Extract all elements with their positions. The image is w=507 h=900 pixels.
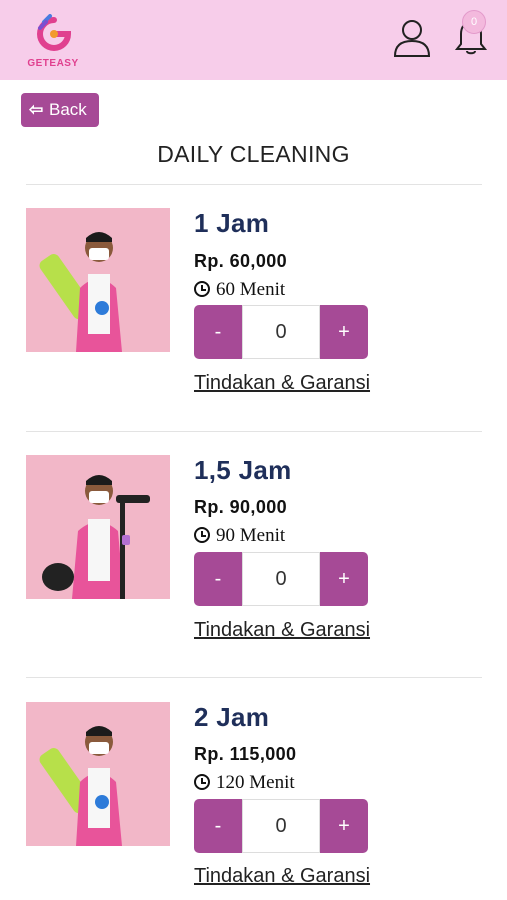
quantity-input[interactable]: 0 xyxy=(242,799,320,853)
geteasy-logo[interactable]: GETEASY xyxy=(18,14,88,72)
back-button[interactable]: ⇦ Back xyxy=(21,93,99,127)
package-duration: 2 Jam xyxy=(194,702,270,732)
page-title: DAILY CLEANING xyxy=(157,141,350,167)
back-arrow-icon: ⇦ xyxy=(29,100,44,119)
divider xyxy=(26,431,482,432)
package-minutes: 60 Menit xyxy=(194,279,285,301)
logo-text: GETEASY xyxy=(27,58,79,69)
package-photo-cleaner-duster xyxy=(26,208,170,352)
package-price: Rp. 60,000 xyxy=(194,251,288,271)
notification-button[interactable]: 0 xyxy=(452,10,492,56)
minutes-label: 60 Menit xyxy=(216,279,286,300)
increment-button[interactable]: + xyxy=(320,305,368,359)
quantity-stepper: - 0 + xyxy=(194,799,372,853)
user-icon[interactable] xyxy=(393,18,431,58)
package-duration: 1,5 Jam xyxy=(194,455,292,485)
decrement-button[interactable]: - xyxy=(194,305,242,359)
package-minutes: 120 Menit xyxy=(194,772,295,794)
terms-link[interactable]: Tindakan & Garansi xyxy=(194,865,370,888)
package-price: Rp. 90,000 xyxy=(194,497,288,517)
terms-link[interactable]: Tindakan & Garansi xyxy=(194,372,370,395)
package-minutes: 90 Menit xyxy=(194,525,285,547)
decrement-button[interactable]: - xyxy=(194,799,242,853)
geteasy-logo-icon xyxy=(37,14,72,51)
clock-icon xyxy=(194,774,210,790)
quantity-input[interactable]: 0 xyxy=(242,552,320,606)
package-photo-cleaner-duster xyxy=(26,702,170,846)
quantity-stepper: - 0 + xyxy=(194,305,372,359)
quantity-input[interactable]: 0 xyxy=(242,305,320,359)
package-price: Rp. 115,000 xyxy=(194,744,297,764)
increment-button[interactable]: + xyxy=(320,552,368,606)
package-duration: 1 Jam xyxy=(194,208,270,238)
app-header: GETEASY 0 xyxy=(0,0,507,80)
back-label: Back xyxy=(49,100,87,119)
quantity-stepper: - 0 + xyxy=(194,552,372,606)
minutes-label: 120 Menit xyxy=(216,772,295,793)
clock-icon xyxy=(194,281,210,297)
divider xyxy=(26,677,482,678)
package-photo-cleaner-vacuum xyxy=(26,455,170,599)
minutes-label: 90 Menit xyxy=(216,525,286,546)
notification-badge: 0 xyxy=(462,10,486,34)
terms-link[interactable]: Tindakan & Garansi xyxy=(194,619,370,642)
clock-icon xyxy=(194,527,210,543)
increment-button[interactable]: + xyxy=(320,799,368,853)
divider xyxy=(26,184,482,185)
decrement-button[interactable]: - xyxy=(194,552,242,606)
